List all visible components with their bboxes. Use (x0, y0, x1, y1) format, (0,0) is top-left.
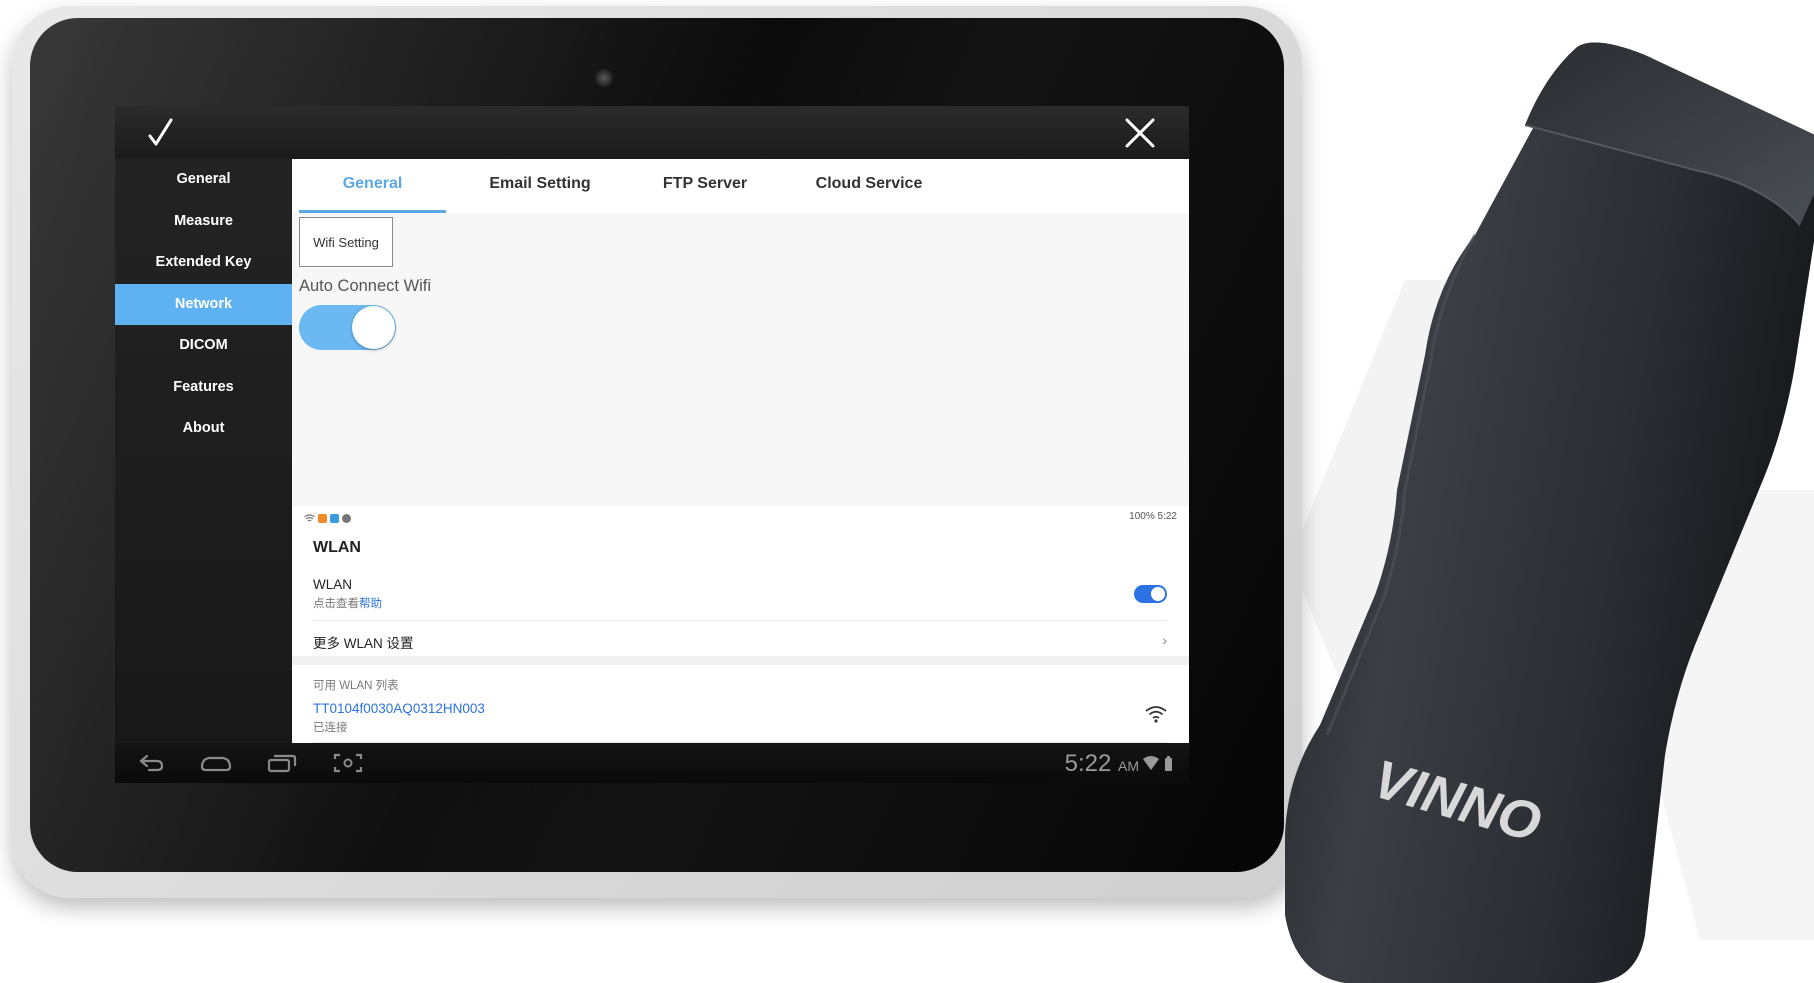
settings-sidebar: General Measure Extended Key Network DIC… (115, 159, 292, 743)
confirm-button[interactable] (145, 116, 179, 150)
app-notification-icon (318, 513, 327, 523)
sidebar-item-dicom[interactable]: DICOM (115, 325, 292, 367)
network-name: TT0104f0030AQ0312HN003 (313, 701, 485, 716)
wlan-toggle[interactable] (1134, 585, 1167, 603)
tab-ftp-server[interactable]: FTP Server (630, 159, 780, 213)
android-nav-bar: 5:22 AM (115, 743, 1189, 783)
tab-bar: General Email Setting FTP Server Cloud S… (292, 159, 1189, 213)
wlan-help-link[interactable]: 帮助 (359, 598, 382, 610)
back-icon[interactable] (133, 751, 167, 775)
tab-email-setting[interactable]: Email Setting (455, 159, 625, 213)
screenshot-icon[interactable] (331, 751, 365, 775)
recent-apps-icon[interactable] (265, 751, 299, 775)
auto-connect-label: Auto Connect Wifi (299, 277, 432, 295)
auto-connect-toggle[interactable] (299, 305, 396, 350)
more-wlan-settings-label: 更多 WLAN 设置 (313, 636, 414, 651)
settings-top-bar (115, 106, 1189, 159)
phone-status-icons (304, 512, 351, 524)
wifi-setting-button[interactable]: Wifi Setting (299, 217, 393, 267)
chevron-right-icon: › (1162, 632, 1167, 648)
tab-general[interactable]: General (299, 159, 446, 213)
wlan-label: WLAN (313, 577, 353, 592)
ultrasound-probe: VINNO (1285, 42, 1814, 983)
checkmark-icon (148, 118, 173, 146)
sidebar-item-extended-key[interactable]: Extended Key (115, 242, 292, 284)
more-wlan-settings[interactable]: 更多 WLAN 设置 › (313, 622, 1167, 656)
app-notification-icon (330, 513, 339, 523)
home-icon[interactable] (199, 751, 233, 775)
camera-lens (595, 69, 613, 87)
wlan-switch-row: WLAN 点击查看帮助 (313, 577, 1167, 621)
wifi-status-icon (304, 513, 315, 521)
wlan-help-text: 点击查看帮助 (313, 598, 382, 610)
toggle-knob (352, 306, 395, 349)
tab-cloud-service[interactable]: Cloud Service (789, 159, 949, 213)
wifi-signal-icon (1145, 706, 1167, 723)
app-notification-icon (342, 513, 351, 523)
nav-clock: 5:22 AM (1064, 750, 1139, 777)
wlan-screenshot: 100% 5:22 WLAN WLAN 点击查看帮助 更多 WLAN 设置 › … (292, 506, 1189, 743)
wlan-network-item[interactable]: TT0104f0030AQ0312HN003 已连接 (313, 701, 1167, 743)
sidebar-item-features[interactable]: Features (115, 367, 292, 409)
sidebar-item-about[interactable]: About (115, 408, 292, 450)
settings-content: General Email Setting FTP Server Cloud S… (292, 159, 1189, 743)
sidebar-item-measure[interactable]: Measure (115, 201, 292, 243)
phone-status-right: 100% 5:22 (1129, 511, 1177, 522)
network-status: 已连接 (313, 722, 348, 734)
tablet-screen: General Measure Extended Key Network DIC… (115, 106, 1189, 743)
wlan-page-title: WLAN (313, 539, 361, 556)
sidebar-item-network[interactable]: Network (115, 283, 292, 325)
close-icon (1125, 118, 1155, 148)
wifi-status-icon (1143, 756, 1172, 771)
sidebar-item-general[interactable]: General (115, 159, 292, 201)
close-button[interactable] (1123, 116, 1157, 150)
available-wlan-label: 可用 WLAN 列表 (313, 680, 399, 692)
